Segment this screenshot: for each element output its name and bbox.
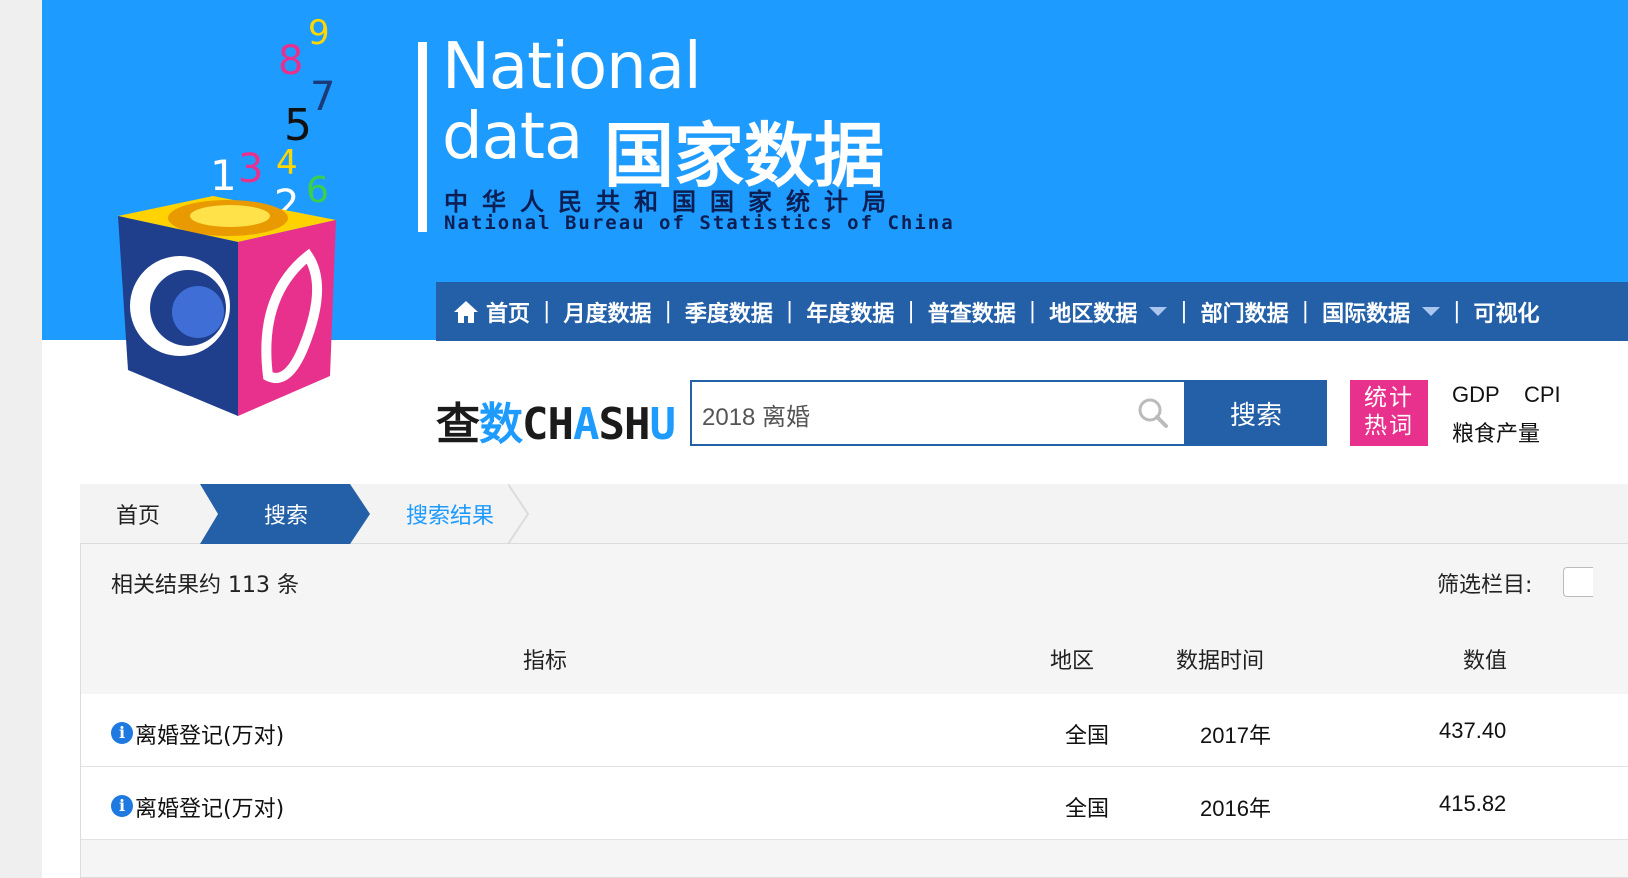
cube-logo[interactable]: 9 8 7 5 1 3 4 2 6: [118, 6, 348, 416]
nav-item-visualization[interactable]: 可视化: [1474, 296, 1540, 328]
column-indicator[interactable]: 指标: [523, 643, 567, 675]
filter-label: 筛选栏目:: [1437, 573, 1533, 598]
nav-item-label: 普查数据: [927, 301, 1016, 327]
results-summary-bar: 相关结果约 113 条 筛选栏目:: [81, 545, 1628, 621]
table-header: 指标 地区 数据时间 数值: [81, 621, 1628, 694]
hot-badge-line: 热词: [1364, 413, 1414, 439]
cell-indicator[interactable]: 离婚登记(万对): [135, 718, 284, 750]
nav-separator: |: [543, 299, 551, 324]
breadcrumb-divider: [508, 484, 530, 544]
nav-item-home[interactable]: 首页: [452, 296, 530, 328]
result-count: 相关结果约 113 条: [111, 573, 299, 598]
search-box: [690, 380, 1186, 446]
nav-item-label: 首页: [486, 301, 531, 327]
nav-item-label: 地区数据: [1049, 301, 1138, 327]
nav-separator: |: [1028, 299, 1037, 324]
nav-item-label: 年度数据: [806, 301, 895, 327]
chevron-down-icon: [1422, 307, 1441, 316]
nav-item-label: 月度数据: [563, 301, 652, 327]
nav-item-label: 可视化: [1473, 301, 1540, 327]
table-row[interactable]: i 离婚登记(万对) 全国 2017年 437.40: [81, 694, 1628, 767]
cell-region: 全国: [1065, 797, 1110, 822]
breadcrumb-home[interactable]: 首页: [116, 484, 160, 544]
filter-select[interactable]: [1563, 567, 1593, 597]
nav-item-label: 部门数据: [1200, 301, 1289, 327]
search-input[interactable]: [702, 396, 1122, 432]
nav-separator: |: [1301, 299, 1310, 324]
hot-words-badge: 统计 热词: [1350, 380, 1428, 446]
hot-word-grain-output[interactable]: 粮食产量: [1452, 416, 1540, 448]
search-icon[interactable]: [1136, 396, 1170, 430]
cube-digit: 3: [238, 146, 263, 192]
nav-separator: |: [1453, 299, 1461, 324]
left-gutter: [0, 0, 42, 878]
cell-value: 437.40: [1439, 718, 1507, 743]
column-region[interactable]: 地区: [1050, 643, 1094, 675]
cube-digit: 7: [310, 74, 335, 120]
nav-item-census[interactable]: 普查数据: [928, 296, 1016, 328]
breadcrumb-search[interactable]: 搜索: [264, 484, 308, 544]
nav-item-monthly[interactable]: 月度数据: [563, 296, 651, 328]
nav-item-label: 国际数据: [1322, 301, 1411, 327]
hot-word-cpi[interactable]: CPI: [1524, 382, 1561, 408]
nav-item-label: 季度数据: [684, 301, 773, 327]
breadcrumb: 首页 搜索 搜索结果: [80, 484, 1628, 544]
cell-region: 全国: [1065, 724, 1110, 749]
info-icon[interactable]: i: [111, 722, 133, 744]
info-icon[interactable]: i: [111, 795, 133, 817]
cell-indicator[interactable]: 离婚登记(万对): [135, 791, 284, 823]
cell-value: 415.82: [1439, 791, 1507, 816]
cube-digit: 9: [308, 13, 330, 53]
table-row[interactable]: i 离婚登记(万对) 全国 2016年 415.82: [81, 767, 1628, 840]
brand-national: National: [442, 30, 702, 104]
home-icon: [454, 300, 478, 323]
nav-item-quarterly[interactable]: 季度数据: [685, 296, 773, 328]
brand-data: data: [442, 100, 583, 174]
hot-word-gdp[interactable]: GDP: [1452, 382, 1500, 408]
nav-separator: |: [1180, 299, 1188, 324]
nav-separator: |: [785, 299, 794, 324]
nav-item-regional[interactable]: 地区数据: [1049, 296, 1168, 328]
chashu-logo: 查数CHASHU: [436, 399, 676, 450]
nav-item-department[interactable]: 部门数据: [1201, 296, 1289, 328]
nav-separator: |: [664, 299, 672, 324]
chevron-down-icon: [1149, 307, 1168, 316]
cube-digit: 1: [210, 151, 237, 200]
breadcrumb-result[interactable]: 搜索结果: [406, 484, 494, 544]
search-button[interactable]: 搜索: [1185, 380, 1327, 446]
nav-item-annual[interactable]: 年度数据: [806, 296, 894, 328]
logo-divider: [418, 42, 427, 232]
cube-digit: 4: [276, 143, 298, 183]
org-name-en: National Bureau of Statistics of China: [444, 212, 955, 234]
cell-time: 2016年: [1200, 796, 1271, 821]
hot-badge-line: 统计: [1364, 385, 1414, 411]
column-value[interactable]: 数值: [1463, 643, 1507, 675]
cube-digit: 8: [278, 38, 303, 84]
cell-time: 2017年: [1200, 723, 1271, 748]
column-time[interactable]: 数据时间: [1176, 643, 1264, 675]
nav-separator: |: [907, 299, 915, 324]
nav-item-international[interactable]: 国际数据: [1322, 296, 1441, 328]
cube-digit: 6: [306, 170, 329, 211]
main-nav: 首页 | 月度数据 | 季度数据 | 年度数据 | 普查数据 | 地区数据 | …: [436, 282, 1628, 341]
